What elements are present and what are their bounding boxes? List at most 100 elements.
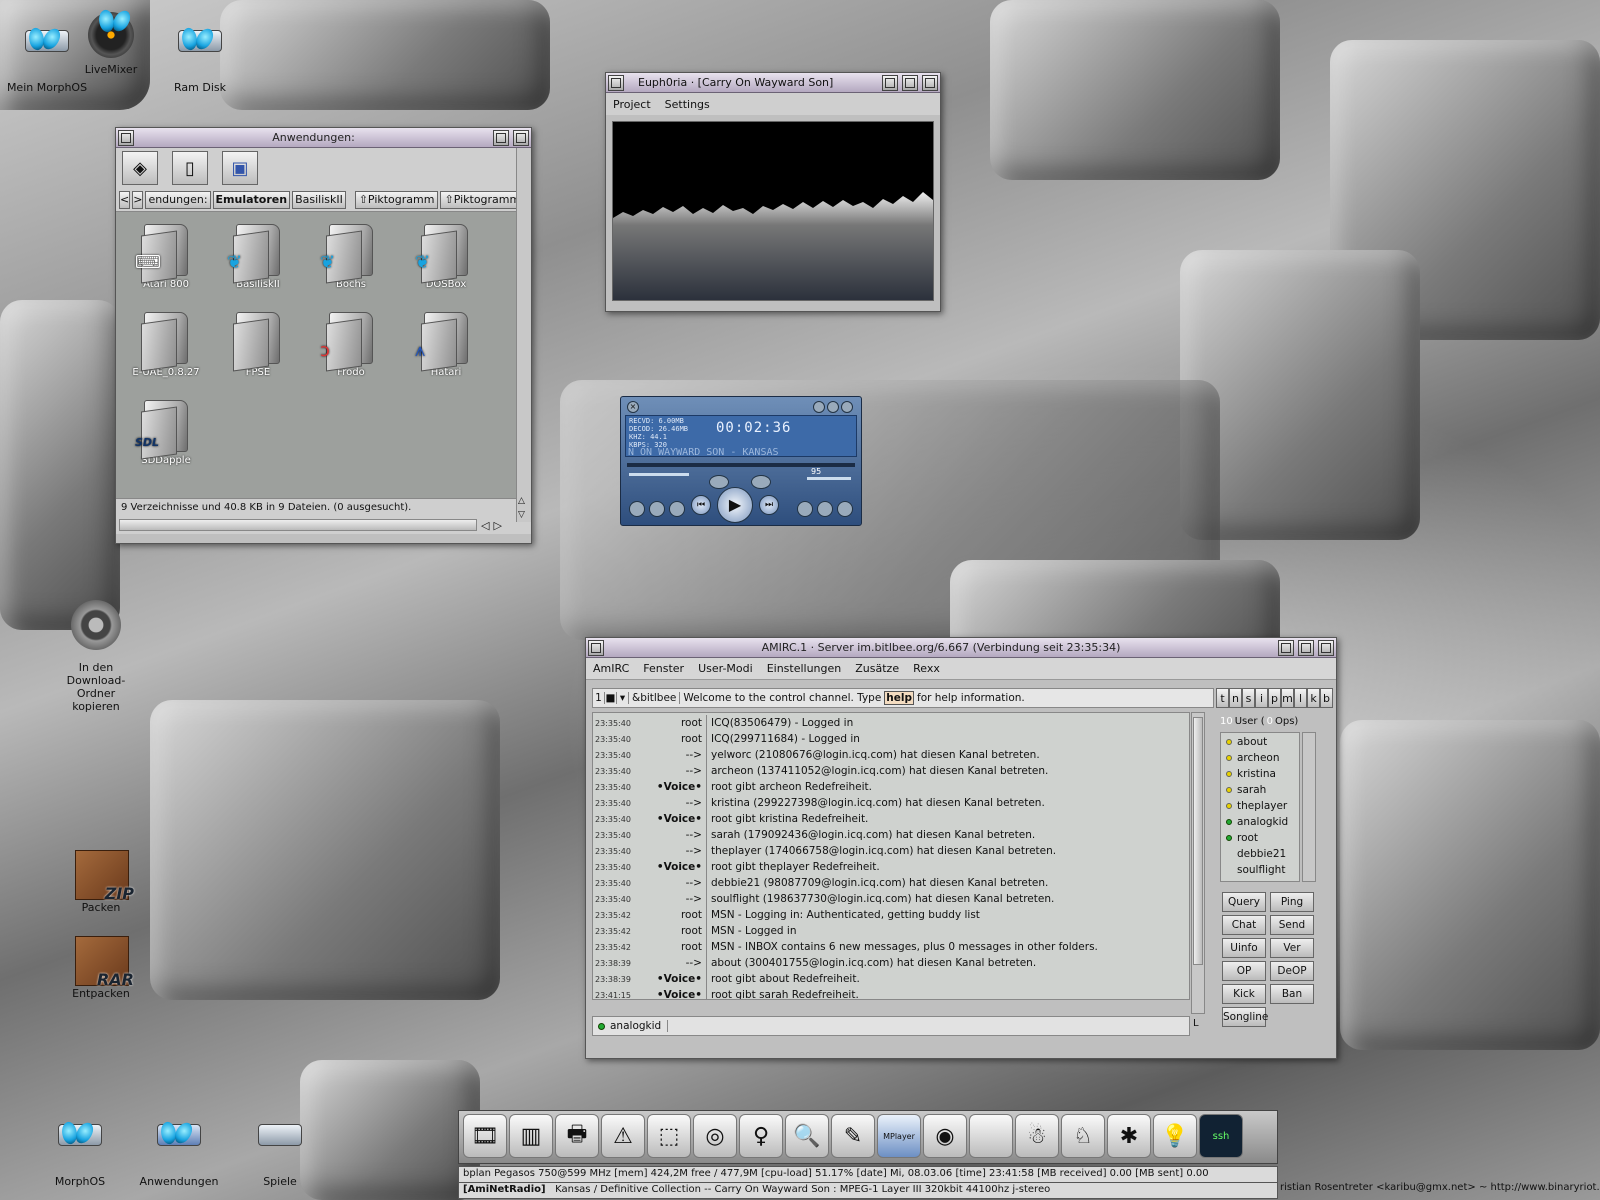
monitor-icon[interactable]: ▥ <box>509 1114 553 1158</box>
settings-icon[interactable] <box>629 501 645 517</box>
globe-icon[interactable]: ◉ <box>923 1114 967 1158</box>
channel-name[interactable]: &bitlbee <box>629 692 681 704</box>
user-list-item[interactable]: theplayer <box>1221 798 1299 814</box>
menu-rexx[interactable]: Rexx <box>913 662 940 675</box>
zoom-button[interactable] <box>1298 639 1314 656</box>
folder-bochs[interactable]: ❦ Bochs <box>306 224 396 290</box>
ban-button[interactable]: Ban <box>1270 984 1314 1004</box>
menu-zusaetze[interactable]: Zusätze <box>855 662 899 675</box>
folder-atari-800[interactable]: ⌨ Atari 800 <box>121 224 211 290</box>
folder-frodo[interactable]: ↄ Frodo <box>306 312 396 378</box>
iconify-button[interactable] <box>1278 639 1294 656</box>
disk-icon[interactable]: ◈ <box>122 151 158 185</box>
message-input[interactable] <box>668 1017 1189 1035</box>
horizontal-scrollbar[interactable]: ◁ ▷ <box>116 516 531 534</box>
desktop-icon-morphos[interactable]: MorphOS <box>35 1106 125 1188</box>
user-list-item[interactable]: root <box>1221 830 1299 846</box>
mode-i-button[interactable]: i <box>1255 688 1268 708</box>
forward-button[interactable]: > <box>132 190 144 209</box>
document-icon[interactable]: ▯ <box>172 151 208 185</box>
printer-icon[interactable]: 🖶 <box>555 1114 599 1158</box>
rings-icon[interactable]: ◎ <box>693 1114 737 1158</box>
depth-button[interactable] <box>1318 639 1334 656</box>
folder-e-uae[interactable]: E-UAE_0.8.27 <box>121 312 211 378</box>
channel-dropdown-icon[interactable]: ▾ <box>617 692 629 704</box>
ssh-icon[interactable]: ssh <box>1199 1114 1243 1158</box>
path-segment-current[interactable]: Emulatoren <box>212 190 291 209</box>
vertical-scrollbar[interactable]: △ ▽ <box>516 148 531 522</box>
donkey-icon[interactable]: ♘ <box>1061 1114 1105 1158</box>
scroll-left-icon[interactable]: ◁ <box>481 519 489 532</box>
mode-k-button[interactable]: k <box>1307 688 1320 708</box>
desktop-icon-entpacken[interactable]: RAR Entpacken <box>56 936 146 1000</box>
volume-slider[interactable] <box>807 477 851 480</box>
warning-sign-icon[interactable]: ⚠ <box>601 1114 645 1158</box>
mode-n-button[interactable]: n <box>1229 688 1242 708</box>
menu-fenster[interactable]: Fenster <box>643 662 684 675</box>
kick-button[interactable]: Kick <box>1222 984 1266 1004</box>
shade-icon[interactable] <box>827 401 839 413</box>
play-icon[interactable]: ▶ <box>717 487 753 523</box>
cube-icon[interactable]: ⬚ <box>647 1114 691 1158</box>
window-titlebar[interactable]: Anwendungen: <box>116 128 531 148</box>
drawer-icon[interactable]: ▣ <box>222 151 258 185</box>
chat-scrollbar[interactable] <box>1191 712 1205 1014</box>
mplayer-icon[interactable]: MPlayer <box>877 1114 921 1158</box>
desktop-icon-download-copy[interactable]: In den Download-Ordner kopieren <box>52 600 140 713</box>
user-list-item[interactable]: archeon <box>1221 750 1299 766</box>
menu-settings[interactable]: Settings <box>665 98 710 111</box>
chat-scroll-knob[interactable] <box>1193 717 1203 965</box>
scroll-up-icon[interactable]: △ <box>518 496 525 506</box>
send-button[interactable]: Send <box>1270 915 1314 935</box>
ping-button[interactable]: Ping <box>1270 892 1314 912</box>
bulb-icon[interactable]: 💡 <box>1153 1114 1197 1158</box>
view-icons-button[interactable]: ⇧ Piktogramm <box>354 190 439 209</box>
iconify-button[interactable] <box>882 74 898 91</box>
eject-icon[interactable] <box>797 501 813 517</box>
pause-icon[interactable] <box>709 475 729 489</box>
hscroll-knob[interactable] <box>119 519 477 531</box>
ver-button[interactable]: Ver <box>1270 938 1314 958</box>
playlist-icon[interactable] <box>649 501 665 517</box>
zoom-button[interactable] <box>902 74 918 91</box>
window-titlebar[interactable]: Euph0ria · [Carry On Wayward Son] <box>606 73 940 93</box>
close-button[interactable] <box>588 639 604 656</box>
repeat-icon[interactable] <box>669 501 685 517</box>
user-list-item[interactable]: sarah <box>1221 782 1299 798</box>
path-segment[interactable]: endungen: <box>145 190 211 209</box>
depth-icon[interactable] <box>841 401 853 413</box>
previous-icon[interactable]: ⏮ <box>691 495 711 515</box>
mode-t-button[interactable]: t <box>1216 688 1229 708</box>
desktop-icon-packen[interactable]: ZIP Packen <box>56 850 146 914</box>
path-segment[interactable]: BasiliskII <box>292 190 346 209</box>
player-close-icon[interactable]: × <box>627 401 639 413</box>
pen-icon[interactable]: ✎ <box>831 1114 875 1158</box>
depth-button[interactable] <box>922 74 938 91</box>
camera-reel-icon[interactable]: 🎞 <box>463 1114 507 1158</box>
user-list-item[interactable]: analogkid <box>1221 814 1299 830</box>
close-button[interactable] <box>118 129 134 146</box>
folder-dosbox[interactable]: ❦ DOSBox <box>401 224 491 290</box>
chat-button[interactable]: Chat <box>1222 915 1266 935</box>
spider-icon[interactable]: ✱ <box>1107 1114 1151 1158</box>
figure-icon[interactable]: ♀ <box>739 1114 783 1158</box>
scroll-down-icon[interactable]: ▽ <box>518 510 525 520</box>
user-list-item[interactable]: debbie21 <box>1221 846 1299 862</box>
fast-forward-icon[interactable] <box>817 501 833 517</box>
menu-project[interactable]: Project <box>613 98 651 111</box>
input-nick[interactable]: analogkid <box>610 1020 669 1032</box>
user-list-item[interactable]: soulflight <box>1221 862 1299 878</box>
desktop-icon-livemixer[interactable]: LiveMixer <box>66 12 156 76</box>
depth-button[interactable] <box>513 129 529 146</box>
uinfo-button[interactable]: Uinfo <box>1222 938 1266 958</box>
apple-icon[interactable] <box>969 1114 1013 1158</box>
mode-b-button[interactable]: b <box>1320 688 1333 708</box>
user-list-item[interactable]: kristina <box>1221 766 1299 782</box>
folder-basiliskii[interactable]: ❦ BasiliskII <box>213 224 303 290</box>
mode-s-button[interactable]: s <box>1242 688 1255 708</box>
menu-user-modi[interactable]: User-Modi <box>698 662 753 675</box>
scroll-right-icon[interactable]: ▷ <box>493 519 501 532</box>
folder-fpse[interactable]: FPSE <box>213 312 303 378</box>
desktop-icon-anwendungen[interactable]: Anwendungen <box>134 1106 224 1188</box>
window-titlebar[interactable]: AMIRC.1 · Server im.bitlbee.org/6.667 (V… <box>586 638 1336 658</box>
